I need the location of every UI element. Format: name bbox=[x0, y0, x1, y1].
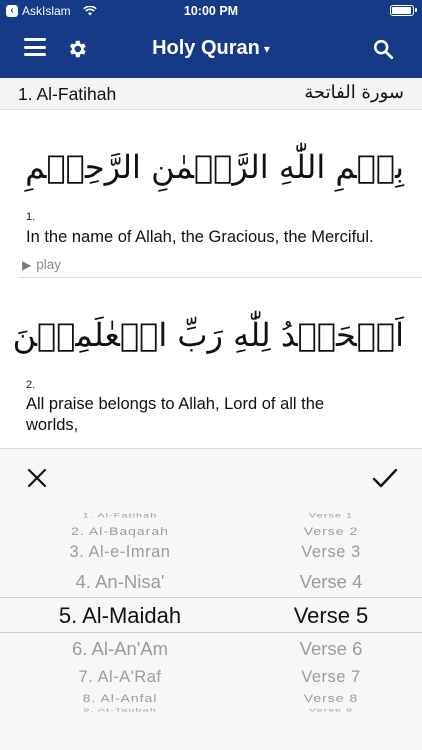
verse-item[interactable]: بِسۡمِ اللّٰهِ الرَّحۡمٰنِ الرَّحِيۡمِ 1… bbox=[0, 110, 422, 278]
surah-wheel-option[interactable]: 9. At-Taubah bbox=[0, 707, 240, 712]
verse-number: 2. bbox=[26, 379, 36, 391]
verse-wheel-option[interactable]: Verse 3 bbox=[240, 543, 422, 562]
verse-item[interactable]: اَلۡحَمۡدُ لِلّٰهِ رَبِّ الۡعٰلَمِيۡنَ 2… bbox=[0, 278, 422, 448]
verse-wheel-option[interactable]: Verse 8 bbox=[240, 692, 422, 705]
surah-wheel-option[interactable]: 4. An-Nisa' bbox=[0, 571, 240, 593]
verse-wheel-option[interactable]: Verse 7 bbox=[240, 668, 422, 687]
verse-arabic-text: اَلۡحَمۡدُ لِلّٰهِ رَبِّ الۡعٰلَمِيۡنَ bbox=[12, 316, 404, 354]
verse-wheel-selected[interactable]: Verse 5 bbox=[240, 603, 422, 629]
navigation-bar: Holy Quran ▾ bbox=[0, 26, 422, 72]
verse-translation: All praise belongs to Allah, Lord of all… bbox=[26, 395, 325, 434]
nav-title-label: Holy Quran bbox=[152, 37, 260, 59]
surah-arabic-name: سورة الفاتحة bbox=[304, 82, 404, 103]
surah-name: 1. Al-Fatihah bbox=[18, 84, 117, 104]
play-icon: ▶ bbox=[22, 258, 32, 272]
search-icon[interactable] bbox=[372, 38, 394, 60]
verse-wheel-option[interactable]: Verse 9 bbox=[240, 707, 422, 712]
surah-wheel[interactable]: 1. Al-Fatihah 2. Al-Baqarah 3. Al-e-Imra… bbox=[0, 448, 240, 713]
surah-wheel-selected[interactable]: 5. Al-Maidah bbox=[0, 603, 240, 629]
verse-wheel-option[interactable]: Verse 1 bbox=[240, 513, 422, 520]
surah-wheel-option[interactable]: 8. Al-Anfal bbox=[0, 692, 240, 705]
verse-wheel-option[interactable]: Verse 6 bbox=[240, 638, 422, 660]
verse-translation: In the name of Allah, the Gracious, the … bbox=[26, 228, 374, 246]
verse-number: 1. bbox=[26, 211, 36, 223]
surah-wheel-option[interactable]: 6. Al-An'Am bbox=[0, 638, 240, 660]
verse-arabic-text: بِسۡمِ اللّٰهِ الرَّحۡمٰنِ الرَّحِيۡمِ bbox=[25, 148, 404, 186]
surah-wheel-option[interactable]: 2. Al-Baqarah bbox=[0, 525, 240, 538]
status-bar: ‹ AskIslam 10:00 PM bbox=[0, 0, 422, 22]
surah-selector-title[interactable]: Holy Quran ▾ bbox=[0, 37, 422, 60]
surah-wheel-option[interactable]: 1. Al-Fatihah bbox=[0, 513, 240, 520]
play-button[interactable]: ▶ play bbox=[22, 257, 61, 272]
surah-header: 1. Al-Fatihah سورة الفاتحة bbox=[0, 78, 422, 110]
verse-wheel-option[interactable]: Verse 4 bbox=[240, 571, 422, 593]
verse-wheel-option[interactable]: Verse 2 bbox=[240, 525, 422, 538]
top-bar: ‹ AskIslam 10:00 PM Holy Quran ▾ bbox=[0, 0, 422, 78]
battery-icon bbox=[390, 5, 417, 16]
surah-wheel-option[interactable]: 7. Al-A'Raf bbox=[0, 668, 240, 687]
surah-wheel-option[interactable]: 3. Al-e-Imran bbox=[0, 543, 240, 562]
dropdown-caret-icon: ▾ bbox=[263, 41, 270, 56]
play-label: play bbox=[36, 257, 61, 272]
verse-wheel[interactable]: Verse 1 Verse 2 Verse 3 Verse 4 Verse 5 … bbox=[240, 448, 422, 713]
status-time: 10:00 PM bbox=[183, 4, 239, 18]
